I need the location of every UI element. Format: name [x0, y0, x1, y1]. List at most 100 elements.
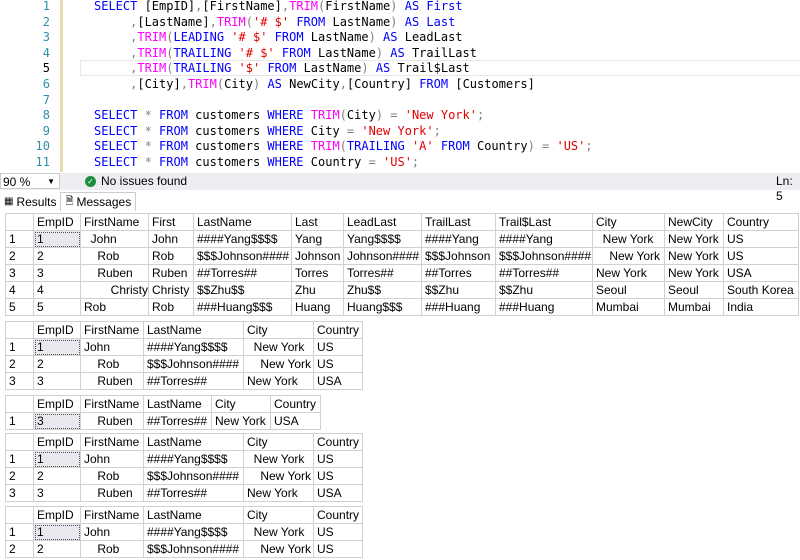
grid-cell[interactable]: $$$Johnson#### [143, 355, 244, 373]
table-row[interactable]: 5 5 Rob Rob ###Huang$$$ Huang Huang$$$ ###Huang… [5, 298, 799, 316]
code-line[interactable]: ,TRIM(LEADING '# $' FROM LastName) AS Le… [94, 30, 462, 45]
grid-cell[interactable]: Rob [80, 298, 149, 316]
grid-cell[interactable]: New York [592, 264, 665, 282]
grid-cell[interactable]: US [723, 230, 799, 248]
issues-indicator[interactable]: ✓ No issues found [85, 174, 187, 189]
row-number[interactable]: 3 [5, 264, 34, 282]
column-header[interactable]: LeadLast [343, 213, 422, 231]
grid-cell[interactable]: Seoul [664, 281, 724, 299]
grid-cell[interactable]: $$$Johnson#### [495, 247, 593, 265]
grid-cell[interactable]: New York [243, 372, 314, 390]
zoom-select[interactable]: 90 % ▼ [0, 173, 60, 189]
grid-cell[interactable]: New York [211, 412, 271, 430]
grid-cell[interactable]: 3 [33, 264, 81, 282]
grid-cell[interactable]: 1 [33, 523, 81, 541]
grid-cell[interactable]: ####Yang$$$$ [143, 338, 244, 356]
code-line[interactable]: ,TRIM(TRAILING '$' FROM LastName) AS Tra… [94, 61, 470, 76]
grid-cell[interactable]: $$Zhu$$ [193, 281, 292, 299]
column-header[interactable] [5, 395, 34, 413]
grid-cell[interactable]: USA [270, 412, 321, 430]
column-header[interactable]: LastName [143, 506, 244, 524]
grid-cell[interactable]: 2 [33, 247, 81, 265]
grid-cell[interactable]: Huang$$$ [343, 298, 422, 316]
grid-cell[interactable]: John [80, 230, 149, 248]
results-grid[interactable]: EmpID FirstName LastName City Country 1 3 Rube… [5, 395, 321, 430]
row-number[interactable]: 1 [5, 338, 34, 356]
column-header[interactable]: FirstName [80, 395, 144, 413]
row-number[interactable]: 3 [5, 372, 34, 390]
column-header[interactable]: LastName [143, 321, 244, 339]
table-row[interactable]: 1 1 John ####Yang$$$$ New York US [5, 338, 363, 356]
grid-cell[interactable]: Rob [80, 467, 144, 485]
code-line[interactable]: ,[LastName],TRIM('# $' FROM LastName) AS… [94, 15, 455, 30]
column-header[interactable]: LastName [143, 395, 212, 413]
code-line[interactable]: SELECT * FROM customers WHERE TRIM(City)… [94, 108, 484, 123]
grid-cell[interactable]: US [723, 247, 799, 265]
grid-cell[interactable]: Ruben [80, 412, 144, 430]
code-line[interactable]: ,[City],TRIM(City) AS NewCity,[Country] … [94, 77, 535, 92]
column-header[interactable]: First [148, 213, 194, 231]
grid-cell[interactable]: US [313, 355, 363, 373]
grid-cell[interactable]: Zhu$$ [343, 281, 422, 299]
column-header[interactable]: EmpID [33, 321, 81, 339]
grid-cell[interactable]: $$$Johnson#### [143, 467, 244, 485]
grid-cell[interactable]: 3 [33, 372, 81, 390]
grid-cell[interactable]: Mumbai [592, 298, 665, 316]
grid-cell[interactable]: $$$Johnson#### [143, 540, 244, 558]
grid-cell[interactable]: Ruben [80, 264, 149, 282]
row-number[interactable]: 1 [5, 412, 34, 430]
grid-cell[interactable]: USA [723, 264, 799, 282]
grid-cell[interactable]: ##Torres## [193, 264, 292, 282]
table-row[interactable]: 13 Ruben ##Torres## New York USA [5, 412, 321, 430]
grid-cell[interactable]: 5 [33, 298, 81, 316]
column-header[interactable]: NewCity [664, 213, 724, 231]
table-row[interactable]: 22 Rob $$$Johnson#### New York US [5, 540, 363, 558]
column-header[interactable]: LastName [193, 213, 292, 231]
column-header[interactable]: EmpID [33, 433, 81, 451]
grid-cell[interactable]: $$$Johnson [421, 247, 496, 265]
results-grid[interactable]: EmpID FirstName LastName City Country 1 1 John #… [5, 321, 363, 390]
column-header[interactable]: FirstName [80, 433, 144, 451]
grid-cell[interactable]: 3 [33, 484, 81, 502]
row-number[interactable]: 3 [5, 484, 34, 502]
table-row[interactable]: 33 Ruben Ruben ##Torres## Torres Torres## ##T… [5, 264, 799, 282]
column-header[interactable]: Last [291, 213, 344, 231]
grid-cell[interactable]: New York [243, 450, 314, 468]
grid-cell[interactable]: Rob [80, 355, 144, 373]
column-header[interactable]: City [243, 506, 314, 524]
grid-cell[interactable]: Johnson [291, 247, 344, 265]
column-header[interactable]: FirstName [80, 213, 149, 231]
grid-cell[interactable]: Rob [80, 247, 149, 265]
results-grid[interactable]: EmpID FirstName LastName City Country 1 1 John #… [5, 506, 363, 558]
column-header[interactable] [5, 321, 34, 339]
grid-cell[interactable]: John [80, 338, 144, 356]
grid-cell[interactable]: New York [592, 247, 665, 265]
grid-cell[interactable]: New York [664, 264, 724, 282]
column-header[interactable]: Country [270, 395, 321, 413]
table-row[interactable]: 22 Rob $$$Johnson#### New York US [5, 355, 363, 373]
grid-cell[interactable]: US [313, 450, 363, 468]
grid-cell[interactable]: 3 [33, 412, 81, 430]
table-row[interactable]: 1 1 John ####Yang$$$$ New York US [5, 523, 363, 541]
column-header[interactable]: EmpID [33, 213, 81, 231]
grid-cell[interactable]: Ruben [80, 484, 144, 502]
grid-cell[interactable]: ##Torres## [143, 484, 244, 502]
grid-cell[interactable]: 1 [33, 230, 81, 248]
column-header[interactable]: City [211, 395, 271, 413]
column-header[interactable]: EmpID [33, 395, 81, 413]
grid-cell[interactable]: New York [243, 338, 314, 356]
grid-cell[interactable]: New York [243, 355, 314, 373]
code-line[interactable]: SELECT * FROM customers WHERE City = 'Ne… [94, 124, 441, 139]
grid-cell[interactable]: India [723, 298, 799, 316]
grid-cell[interactable]: New York [664, 230, 724, 248]
row-number[interactable]: 2 [5, 355, 34, 373]
grid-cell[interactable]: Rob [148, 298, 194, 316]
tab-messages[interactable]: 🗎 Messages [60, 192, 137, 211]
column-header[interactable]: LastName [143, 433, 244, 451]
code-line[interactable]: ,TRIM(TRAILING '# $' FROM LastName) AS T… [94, 46, 477, 61]
grid-cell[interactable]: Johnson#### [343, 247, 422, 265]
grid-cell[interactable]: Christy [80, 281, 149, 299]
grid-cell[interactable]: ####Yang$$$$ [143, 450, 244, 468]
grid-cell[interactable]: US [313, 540, 363, 558]
grid-cell[interactable]: Yang [291, 230, 344, 248]
